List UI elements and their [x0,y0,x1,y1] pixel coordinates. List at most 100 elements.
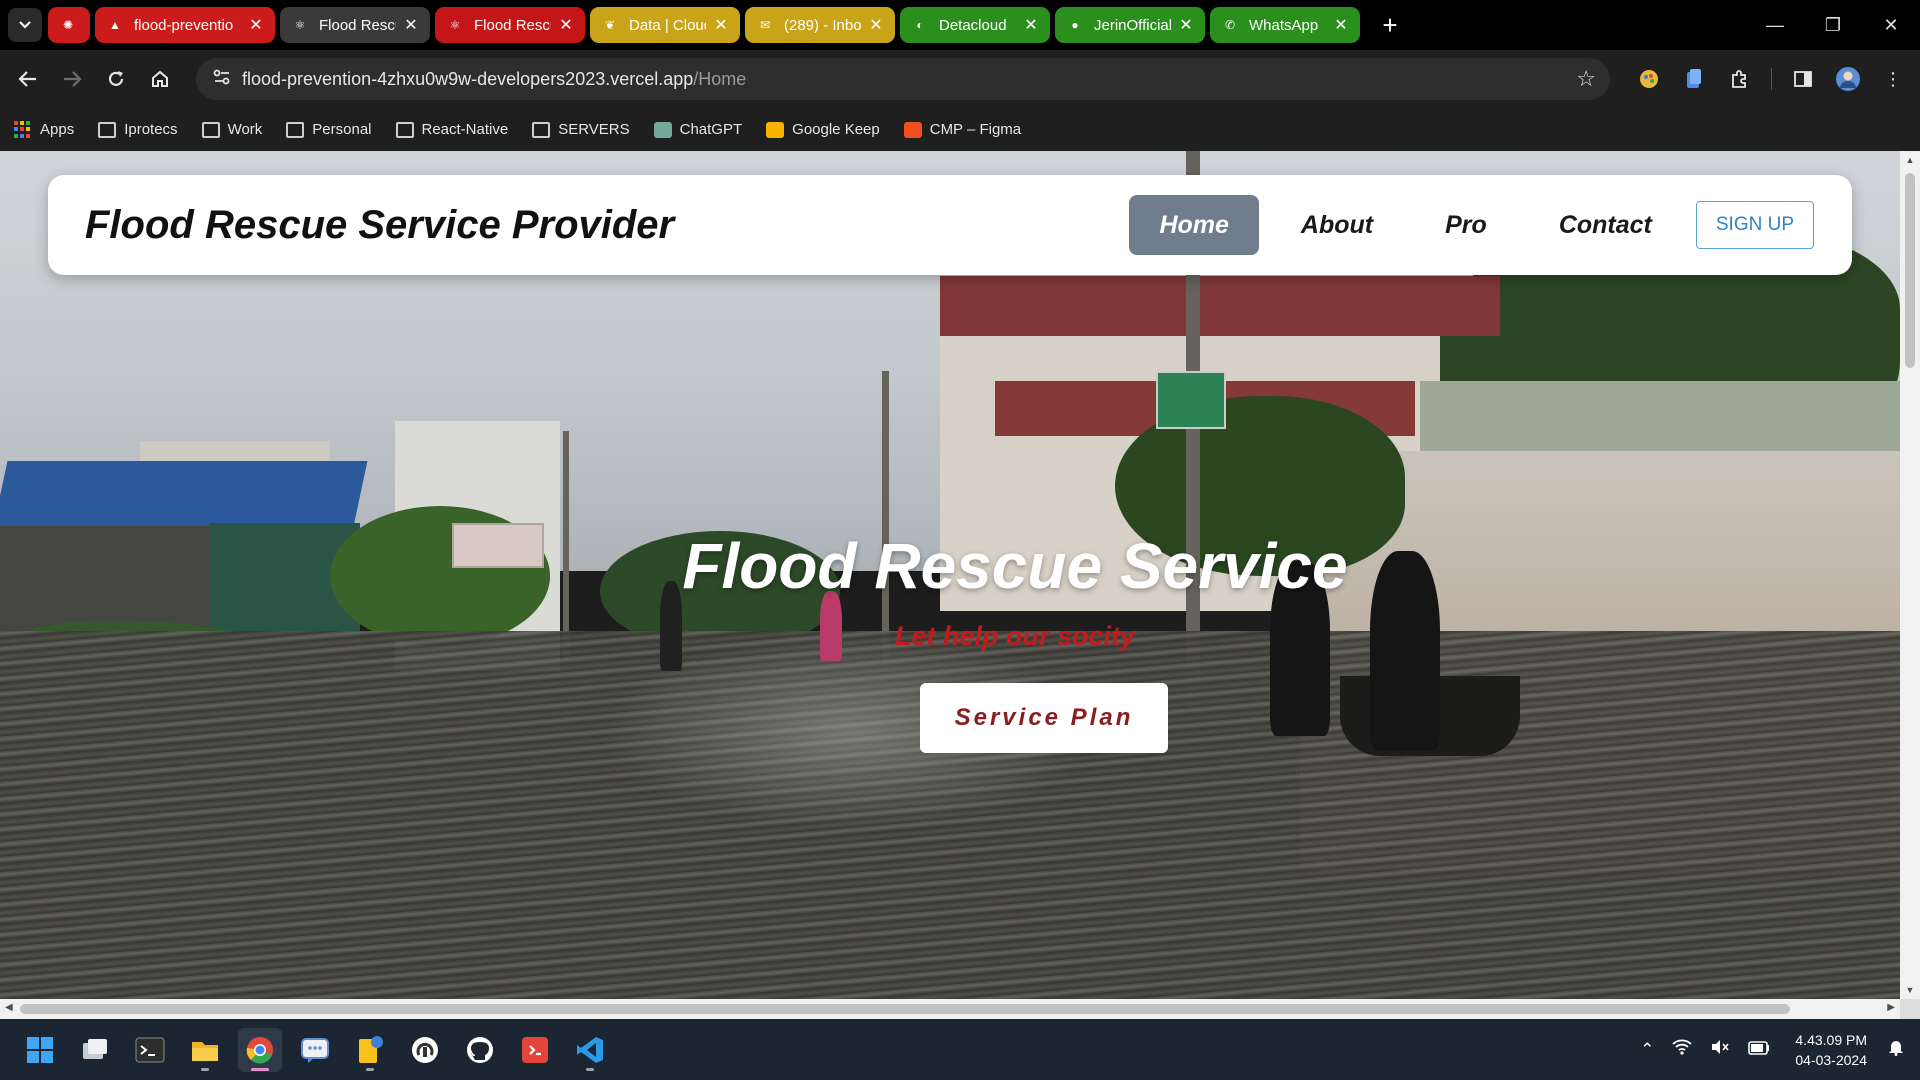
task-view-icon[interactable] [73,1028,117,1072]
service-plan-button[interactable]: Service Plan [920,683,1168,753]
close-tab-icon[interactable]: ✕ [1332,15,1350,35]
home-button[interactable] [138,59,182,99]
horizontal-scroll-thumb[interactable] [20,1004,1790,1014]
close-tab-icon[interactable]: ✕ [1022,15,1040,35]
close-tab-icon[interactable]: ✕ [402,15,420,35]
tab-title: flood-preventio [134,16,234,34]
bookmark-iprotecs[interactable]: Iprotecs [98,121,178,138]
chatgpt-icon: ✺ [62,18,74,32]
page-viewport: Flood Rescue Service Provider Home About P… [0,151,1900,999]
react-icon: ⚛ [449,18,461,32]
bookmark-cmp-figma[interactable]: CMP – Figma [903,121,1021,138]
forward-button[interactable] [50,59,94,99]
bookmark-label: React-Native [421,121,509,138]
file-explorer-icon[interactable] [183,1028,227,1072]
vertical-scrollbar[interactable]: ▲ ▼ [1900,151,1920,999]
restore-icon[interactable]: ❐ [1804,0,1862,50]
git-icon[interactable] [513,1028,557,1072]
extension-paint-icon[interactable] [1629,59,1669,99]
address-bar[interactable]: flood-prevention-4zhxu0w9w-developers202… [196,58,1610,100]
show-hidden-icons-icon[interactable]: ⌃ [1640,1040,1654,1060]
close-tab-icon[interactable]: ✕ [712,15,730,35]
running-indicator [201,1067,209,1071]
close-window-icon[interactable]: ✕ [1862,0,1920,50]
chevron-down-icon [19,21,31,29]
folder-icon [395,121,414,138]
profile-avatar[interactable] [1828,59,1868,99]
folder-icon [286,121,305,138]
side-panel-icon[interactable] [1783,59,1823,99]
scroll-right-icon[interactable]: ▶ [1887,1002,1895,1013]
browser-tab[interactable]: ◐ Detacloud ✕ [900,7,1050,43]
nav-link-about[interactable]: About [1271,195,1403,255]
close-tab-icon[interactable]: ✕ [557,15,575,35]
sticky-notes-icon[interactable] [348,1028,392,1072]
url-path: /Home [693,68,747,89]
windows-start-icon[interactable] [18,1028,62,1072]
browser-tab[interactable]: ✉ (289) - Inbox - J ✕ [745,7,895,43]
vscode-icon[interactable] [568,1028,612,1072]
bookmark-star-icon[interactable]: ☆ [1576,66,1596,92]
url-text: flood-prevention-4zhxu0w9w-developers202… [242,69,746,90]
bookmark-label: Personal [312,121,372,138]
bookmark-servers[interactable]: SERVERS [532,121,630,138]
tab-search-button[interactable] [8,8,42,42]
extensions-puzzle-icon[interactable] [1719,59,1759,99]
apps-grid-icon [14,120,32,139]
browser-tab[interactable]: ✺ [48,7,90,43]
bookmark-work[interactable]: Work [201,121,262,138]
notification-bell-icon[interactable] [1888,1038,1904,1061]
chrome-icon[interactable] [238,1027,282,1072]
close-tab-icon[interactable]: ✕ [247,15,265,35]
arrow-right-icon [64,71,82,87]
github-desktop-icon[interactable] [458,1028,502,1072]
hero-subtitle: Let help our socity [894,621,1136,651]
tab-title: JerinOfficial/Ne [1094,16,1171,34]
volume-muted-icon[interactable] [1710,1039,1730,1060]
close-tab-icon[interactable]: ✕ [1177,15,1195,35]
react-icon: ⚛ [294,18,306,32]
close-tab-icon[interactable]: ✕ [867,15,885,35]
bookmark-chatgpt[interactable]: ChatGPT [653,121,742,138]
new-tab-button[interactable]: + [1375,10,1405,41]
github-icon: ● [1071,18,1079,32]
nav-link-home[interactable]: Home [1129,195,1259,255]
browser-tab[interactable]: ▲ flood-preventio ✕ [95,7,275,43]
extension-docs-icon[interactable] [1674,59,1714,99]
browser-tab[interactable]: ✆ WhatsApp ✕ [1210,7,1360,43]
scroll-left-icon[interactable]: ◀ [5,1002,13,1013]
wifi-icon[interactable] [1672,1039,1692,1060]
horizontal-scrollbar[interactable]: ◀ ▶ [0,999,1900,1019]
browser-menu-icon[interactable]: ⋮ [1873,59,1913,99]
site-brand-title[interactable]: Flood Rescue Service Provider [85,175,674,275]
reload-button[interactable] [94,59,138,99]
bookmark-apps[interactable]: Apps [14,120,74,139]
browser-tab[interactable]: ● JerinOfficial/Ne ✕ [1055,7,1205,43]
bookmark-personal[interactable]: Personal [286,121,372,138]
tab-title: Flood Rescue Se [319,16,396,34]
nav-link-pro[interactable]: Pro [1415,195,1517,255]
vertical-scroll-thumb[interactable] [1905,173,1915,368]
chat-icon[interactable] [293,1028,337,1072]
browser-tab[interactable]: ⚛ Flood Rescue Se ✕ [435,7,585,43]
url-host: flood-prevention-4zhxu0w9w-developers202… [242,68,694,89]
browser-tab[interactable]: ❦ Data | Cloud: M ✕ [590,7,740,43]
nav-link-contact[interactable]: Contact [1529,195,1682,255]
browser-toolbar: flood-prevention-4zhxu0w9w-developers202… [0,50,1920,108]
browser-tab[interactable]: ⚛ Flood Rescue Se ✕ [280,7,430,43]
sign-up-button[interactable]: SIGN UP [1695,201,1814,249]
back-button[interactable] [6,59,50,99]
bookmark-google-keep[interactable]: Google Keep [766,121,880,138]
taskbar-clock[interactable]: 4.43.09 PM 04-03-2024 [1795,1030,1867,1070]
arrow-left-icon [18,71,36,87]
terminal-icon[interactable] [128,1028,172,1072]
minimize-icon[interactable]: — [1746,0,1804,50]
battery-icon[interactable] [1748,1040,1770,1060]
scroll-down-icon[interactable]: ▼ [1900,985,1920,995]
bookmark-react-native[interactable]: React-Native [395,121,509,138]
scroll-up-icon[interactable]: ▲ [1900,155,1920,165]
insomnia-icon[interactable] [403,1028,447,1072]
bookmark-label: Iprotecs [124,121,178,138]
site-info-icon[interactable] [202,69,242,90]
folder-icon [98,121,117,138]
